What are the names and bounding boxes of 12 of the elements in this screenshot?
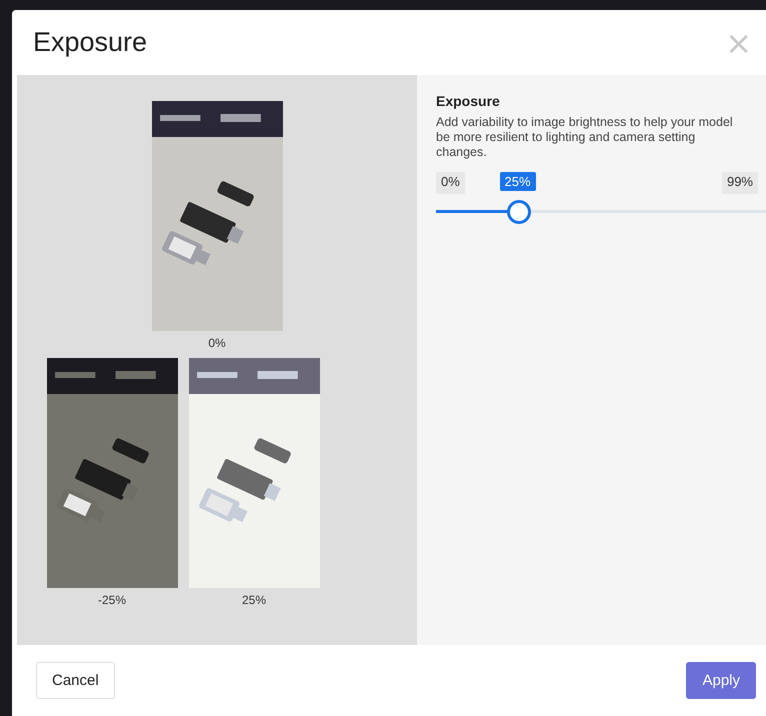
slider-thumb[interactable] xyxy=(506,200,530,224)
apply-button[interactable]: Apply xyxy=(686,662,756,699)
preview-caption: -25% xyxy=(98,593,126,607)
setting-heading: Exposure xyxy=(436,93,501,109)
cancel-button[interactable]: Cancel xyxy=(36,662,115,699)
value-bubble: 25% xyxy=(500,172,536,191)
dialog-title: Exposure xyxy=(33,27,148,58)
setting-description: Add variability to image brightness to help your model be more resilient to lighting and camera setting changes. xyxy=(436,115,734,160)
preview-caption: 0% xyxy=(208,336,226,350)
preview-caption: 25% xyxy=(242,593,266,607)
min-label: 0% xyxy=(436,172,465,194)
max-label: 99% xyxy=(722,172,758,194)
